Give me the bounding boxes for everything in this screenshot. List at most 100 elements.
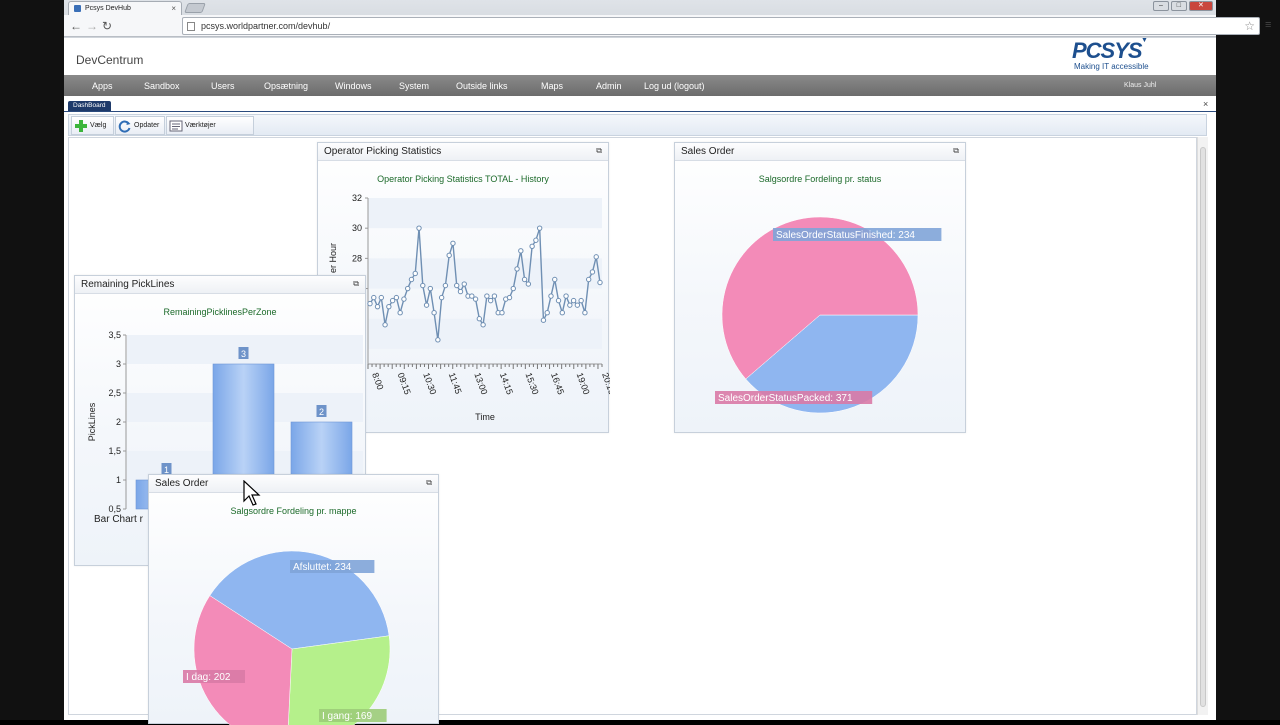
y-axis-label: PickLines (87, 402, 97, 441)
sales-status-pie-chart: SalesOrderStatusFinished: 234 SalesOrderS… (715, 216, 942, 414)
nav-admin[interactable]: Admin (596, 81, 622, 91)
opdater-button[interactable]: Opdater (115, 116, 165, 135)
data-point (491, 293, 498, 299)
data-label: SalesOrderStatusPacked: 371 (718, 393, 853, 404)
data-point (397, 309, 403, 316)
screen: Pcsys DevHub × – □ ✕ ← → ↻ pcsys.worldpa… (0, 0, 1280, 725)
data-point (574, 302, 581, 308)
back-icon[interactable]: ← (70, 19, 82, 33)
x-tick-label: 8:00 (370, 371, 385, 391)
data-label: 2 (319, 407, 324, 417)
browser-tab[interactable]: Pcsys DevHub × (68, 1, 182, 15)
bookmark-star-icon[interactable]: ☆ (1244, 19, 1255, 33)
dashboard-toolbar: Vælg Opdater Værktøjer (68, 114, 1207, 136)
data-point (427, 285, 434, 292)
data-point (420, 282, 426, 289)
data-point (597, 279, 603, 286)
data-point (378, 294, 385, 301)
data-point (589, 269, 596, 275)
restore-icon[interactable]: ⧉ (953, 146, 959, 156)
data-point (559, 309, 565, 316)
logo-arrow-icon: ▼ (1141, 37, 1148, 44)
tab-dashboard[interactable]: DashBoard (68, 101, 111, 111)
sales-order-status-panel[interactable]: Sales Order ⧉ Salgsordre Fordeling pr. s… (674, 142, 966, 433)
nav-apps[interactable]: Apps (92, 81, 113, 91)
operator-panel-title: Operator Picking Statistics (324, 146, 442, 157)
data-label: 3 (241, 349, 246, 359)
operator-panel-header[interactable]: Operator Picking Statistics ⧉ (318, 143, 608, 161)
data-point (386, 303, 392, 310)
nav-sandbox[interactable]: Sandbox (144, 81, 180, 91)
x-tick-label: 14:15 (498, 371, 515, 396)
vertical-scrollbar[interactable] (1197, 137, 1208, 715)
x-tick-label: 16:45 (549, 371, 566, 396)
vaelg-button[interactable]: Vælg (71, 116, 114, 135)
new-tab-button[interactable] (184, 3, 206, 13)
data-point (585, 276, 592, 283)
browser-menu-icon[interactable]: ≡ (1265, 19, 1271, 31)
x-axis-label: Time (475, 412, 495, 422)
restore-icon[interactable]: ⧉ (596, 146, 602, 156)
vaelg-label: Vælg (90, 122, 107, 129)
nav-logout[interactable]: Log ud (logout) (644, 81, 705, 91)
y-tick-label: 2,5 (108, 388, 121, 398)
x-tick-label: 19:00 (575, 371, 592, 396)
data-point (401, 296, 407, 302)
opdater-label: Opdater (134, 122, 160, 129)
url-text: pcsys.worldpartner.com/devhub/ (201, 21, 331, 31)
nav-maps[interactable]: Maps (541, 81, 563, 91)
scrollbar-thumb[interactable] (1200, 147, 1206, 707)
data-point (521, 276, 528, 283)
window-controls: – □ ✕ (1153, 1, 1213, 11)
gridband (368, 198, 602, 229)
data-point (472, 296, 479, 302)
sales-folder-panel-title: Sales Order (155, 478, 209, 489)
mouse-cursor-icon (243, 480, 261, 506)
data-point (412, 270, 418, 277)
data-point (367, 300, 373, 307)
remaining-chart-title: RemainingPicklinesPerZone (163, 307, 277, 317)
data-point (548, 293, 554, 299)
restore-icon[interactable]: ⧉ (353, 279, 359, 289)
main-nav: Apps Sandbox Users Opsætning Windows Sys… (64, 75, 1216, 96)
gridband (368, 258, 602, 289)
data-point (518, 248, 524, 254)
sales-order-folder-panel[interactable]: Sales Order ⧉ Salgsordre Fordeling pr. m… (148, 474, 439, 725)
logo-tagline: Making IT accessible (1074, 62, 1149, 71)
nav-users[interactable]: Users (211, 81, 235, 91)
restore-icon[interactable]: ⧉ (426, 478, 432, 488)
nav-system[interactable]: System (399, 81, 429, 91)
sales-status-panel-header[interactable]: Sales Order ⧉ (675, 143, 965, 161)
vaerktoejer-button[interactable]: Værktøjer (166, 116, 254, 135)
user-name: Klaus Juhl (1124, 82, 1157, 89)
data-point (374, 303, 381, 310)
pcsys-logo: PCSYS Making IT accessible ▼ (1072, 37, 1162, 74)
reload-icon[interactable]: ↻ (102, 19, 112, 33)
nav-outside-links[interactable]: Outside links (456, 81, 508, 91)
close-window-button[interactable]: ✕ (1188, 1, 1213, 11)
bar-chart-footer: Bar Chart r (94, 514, 143, 525)
nav-opsaetning[interactable]: Opsætning (264, 81, 308, 91)
x-tick-label: 15:30 (523, 371, 540, 396)
remaining-panel-header[interactable]: Remaining PickLines ⧉ (75, 276, 365, 294)
plus-icon (75, 120, 87, 132)
address-bar[interactable]: pcsys.worldpartner.com/devhub/ ☆ (182, 17, 1260, 35)
y-tick-label: 0,5 (108, 504, 121, 514)
y-tick-label: 28 (352, 253, 362, 263)
sales-folder-panel-header[interactable]: Sales Order ⧉ (149, 475, 438, 493)
data-point (536, 225, 543, 231)
data-point (371, 294, 377, 301)
data-point (438, 294, 445, 301)
brand-name: DevCentrum (76, 53, 144, 67)
minimize-button[interactable]: – (1153, 1, 1169, 11)
refresh-icon (118, 120, 131, 133)
y-tick-label: 30 (352, 223, 362, 233)
close-dashboard-icon[interactable]: × (1203, 99, 1208, 109)
forward-icon[interactable]: → (86, 19, 98, 33)
data-point (570, 297, 577, 304)
data-point (457, 288, 464, 295)
close-tab-icon[interactable]: × (171, 4, 176, 13)
nav-windows[interactable]: Windows (335, 81, 372, 91)
divider (64, 111, 1216, 112)
maximize-button[interactable]: □ (1170, 1, 1187, 11)
